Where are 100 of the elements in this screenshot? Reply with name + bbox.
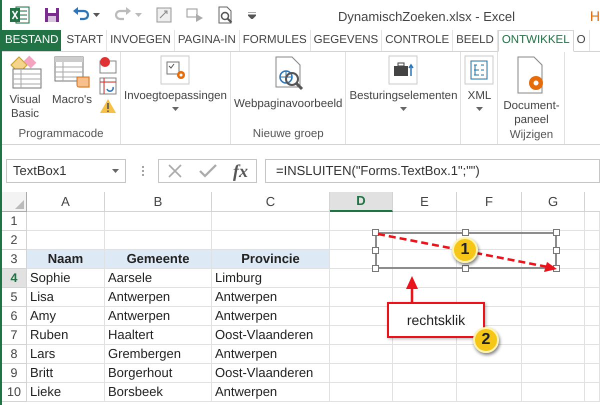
ribbon-button[interactable]: Besturingselementen [349, 55, 458, 111]
table-cell: Grembergen [105, 345, 212, 364]
row-header[interactable]: 3 [2, 250, 27, 269]
row-header[interactable]: 5 [2, 288, 27, 307]
empty-cell [585, 364, 600, 383]
empty-cell [330, 383, 393, 402]
empty-cell [585, 345, 600, 364]
step-badge: 2 [473, 327, 499, 353]
form-icon[interactable] [156, 7, 172, 23]
ribbon-button[interactable]: Webpaginavoorbeeld [234, 55, 342, 111]
name-box[interactable]: TextBox1 [6, 159, 126, 183]
empty-cell [393, 383, 457, 402]
column-heading-cell: Naam [27, 250, 105, 269]
row-header[interactable]: 6 [2, 307, 27, 326]
window-title: DynamischZoeken.xlsx - Excel [338, 8, 515, 26]
table-cell: Antwerpen [212, 307, 330, 326]
empty-cell [522, 326, 585, 345]
table-cell: Sophie [27, 269, 105, 288]
table-cell: Aarsele [105, 269, 212, 288]
group-label: Wijzigen [508, 128, 554, 143]
empty-cell [585, 288, 600, 307]
table-cell: Oost-Vlaanderen [212, 326, 330, 345]
empty-cell [330, 345, 393, 364]
spreadsheet-logo-icon[interactable] [10, 6, 30, 24]
cancel-icon[interactable] [167, 163, 183, 179]
empty-cell [393, 212, 457, 231]
select-all-icon [15, 200, 24, 209]
empty-cell [585, 307, 600, 326]
empty-cell [585, 231, 600, 250]
table-cell: Britt [27, 364, 105, 383]
table-cell: Ruben [27, 326, 105, 345]
empty-cell [585, 212, 600, 231]
row-header[interactable]: 9 [2, 364, 27, 383]
empty-cell [457, 383, 522, 402]
ribbon-tab[interactable]: CONTROLE [382, 30, 454, 51]
print-preview-icon[interactable] [218, 6, 234, 24]
column-heading-cell: Gemeente [105, 250, 212, 269]
pointer-icon[interactable] [186, 7, 204, 23]
ribbon-tab[interactable]: GEGEVENS [310, 30, 382, 51]
row-header[interactable]: 4 [2, 269, 27, 288]
caret-icon[interactable] [93, 13, 100, 17]
empty-cell [522, 307, 585, 326]
table-cell: Amy [27, 307, 105, 326]
column-header[interactable]: F [457, 192, 522, 212]
row-header[interactable]: 2 [2, 231, 27, 250]
column-header[interactable]: D [330, 192, 393, 212]
ribbon-button[interactable]: Document-paneel [501, 55, 562, 127]
row-header[interactable]: 1 [2, 212, 27, 231]
ribbon-tab[interactable]: START [63, 30, 108, 51]
table-cell: Borgerhout [105, 364, 212, 383]
ribbon-tab[interactable]: O [574, 30, 590, 51]
record-macro-icon [99, 56, 117, 74]
file-tab[interactable]: BESTAND [2, 30, 62, 51]
column-header[interactable]: B [105, 192, 212, 212]
ribbon-tab[interactable]: ONTWIKKEL [498, 30, 574, 52]
column-header[interactable]: G [522, 192, 585, 212]
ribbon-button[interactable]: Macro's [48, 55, 96, 107]
table-cell: Borsbeek [105, 383, 212, 402]
row-header[interactable]: 7 [2, 326, 27, 345]
check-icon[interactable] [199, 164, 217, 178]
visual-basic-button[interactable]: Visual Basic [5, 55, 45, 121]
empty-cell [522, 345, 585, 364]
empty-cell [393, 364, 457, 383]
relative-reference-icon [99, 77, 117, 95]
ribbon-button[interactable]: Invoegtoepassingen [124, 55, 227, 111]
table-cell: Antwerpen [212, 383, 330, 402]
ribbon-tab[interactable]: PAGINA-IN [174, 30, 240, 51]
ribbon-tab[interactable]: FORMULES [240, 30, 311, 51]
table-cell: Lisa [27, 288, 105, 307]
xml-icon [464, 55, 494, 85]
redo-icon[interactable] [114, 7, 132, 23]
column-header[interactable]: A [27, 192, 105, 212]
table-cell: Haaltert [105, 326, 212, 345]
empty-cell [522, 288, 585, 307]
table-cell: Lieke [27, 383, 105, 402]
column-header[interactable]: C [212, 192, 330, 212]
step-badge: 1 [452, 237, 478, 263]
table-cell: Antwerpen [212, 345, 330, 364]
add-ins-icon [160, 55, 190, 85]
table-cell: Lars [27, 345, 105, 364]
table-cell: Antwerpen [105, 288, 212, 307]
table-cell: Antwerpen [105, 307, 212, 326]
macro-icon [53, 55, 91, 89]
table-cell: Antwerpen [212, 288, 330, 307]
dropdown-caret-icon [112, 169, 119, 173]
warning-icon [99, 98, 117, 114]
customize-caret-icon[interactable] [248, 12, 256, 18]
formula-field[interactable]: =INSLUITEN("Forms.TextBox.1";"") [265, 159, 600, 183]
group-label: Programmacode [17, 127, 104, 142]
column-heading-cell: Provincie [212, 250, 330, 269]
empty-cell [585, 326, 600, 345]
undo-icon[interactable] [72, 7, 90, 23]
ribbon-button[interactable]: XML [464, 55, 494, 111]
ribbon-tab[interactable]: INVOEGEN [107, 30, 175, 51]
row-header[interactable]: 8 [2, 345, 27, 364]
empty-cell [330, 364, 393, 383]
save-icon[interactable] [44, 7, 60, 23]
insert-function-button[interactable]: fx [233, 158, 248, 184]
row-header[interactable]: 10 [2, 383, 27, 402]
column-header[interactable]: E [393, 192, 457, 212]
